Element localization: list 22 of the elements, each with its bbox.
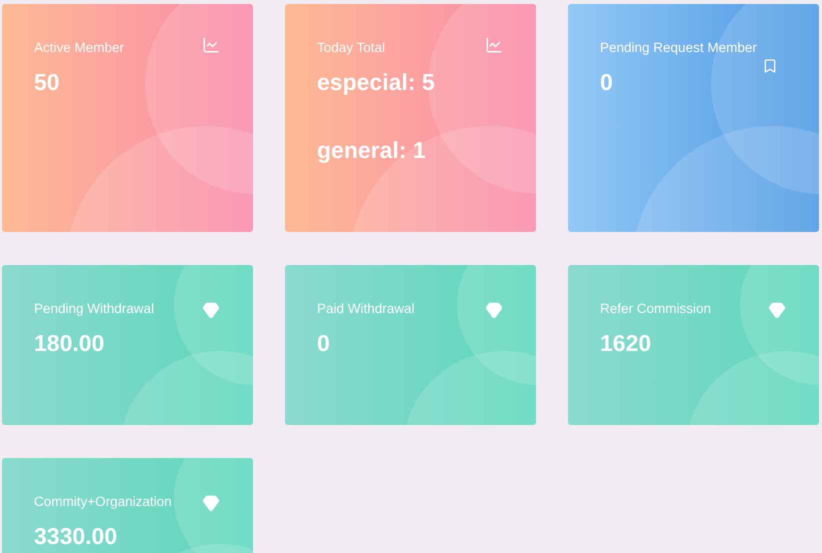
line-chart-icon — [202, 36, 220, 54]
diamond-icon — [485, 301, 503, 319]
card-value: 180.00 — [34, 331, 106, 355]
card-title: Refer Commission — [600, 300, 712, 318]
card-value: 1620 — [600, 331, 652, 355]
card-value: especial: 5 — [317, 70, 436, 94]
card-title: Pending Request Member — [600, 39, 757, 57]
card-title: Commity+Organization — [34, 493, 172, 511]
line-chart-icon — [485, 36, 503, 54]
diamond-icon — [768, 301, 786, 319]
card-value: 0 — [317, 331, 331, 355]
card-value: 0 — [600, 70, 614, 94]
card-value: 3330.00 — [34, 524, 118, 548]
diamond-icon — [202, 494, 220, 512]
card-value: 50 — [34, 70, 61, 94]
card-title: Paid Withdrawal — [317, 300, 415, 318]
card-title: Active Member — [34, 39, 124, 57]
diamond-icon — [202, 301, 220, 319]
card-value: general: 1 — [317, 138, 427, 162]
card-title: Pending Withdrawal — [34, 300, 154, 318]
card-title: Today Total — [317, 39, 386, 57]
bookmark-icon — [762, 58, 778, 74]
